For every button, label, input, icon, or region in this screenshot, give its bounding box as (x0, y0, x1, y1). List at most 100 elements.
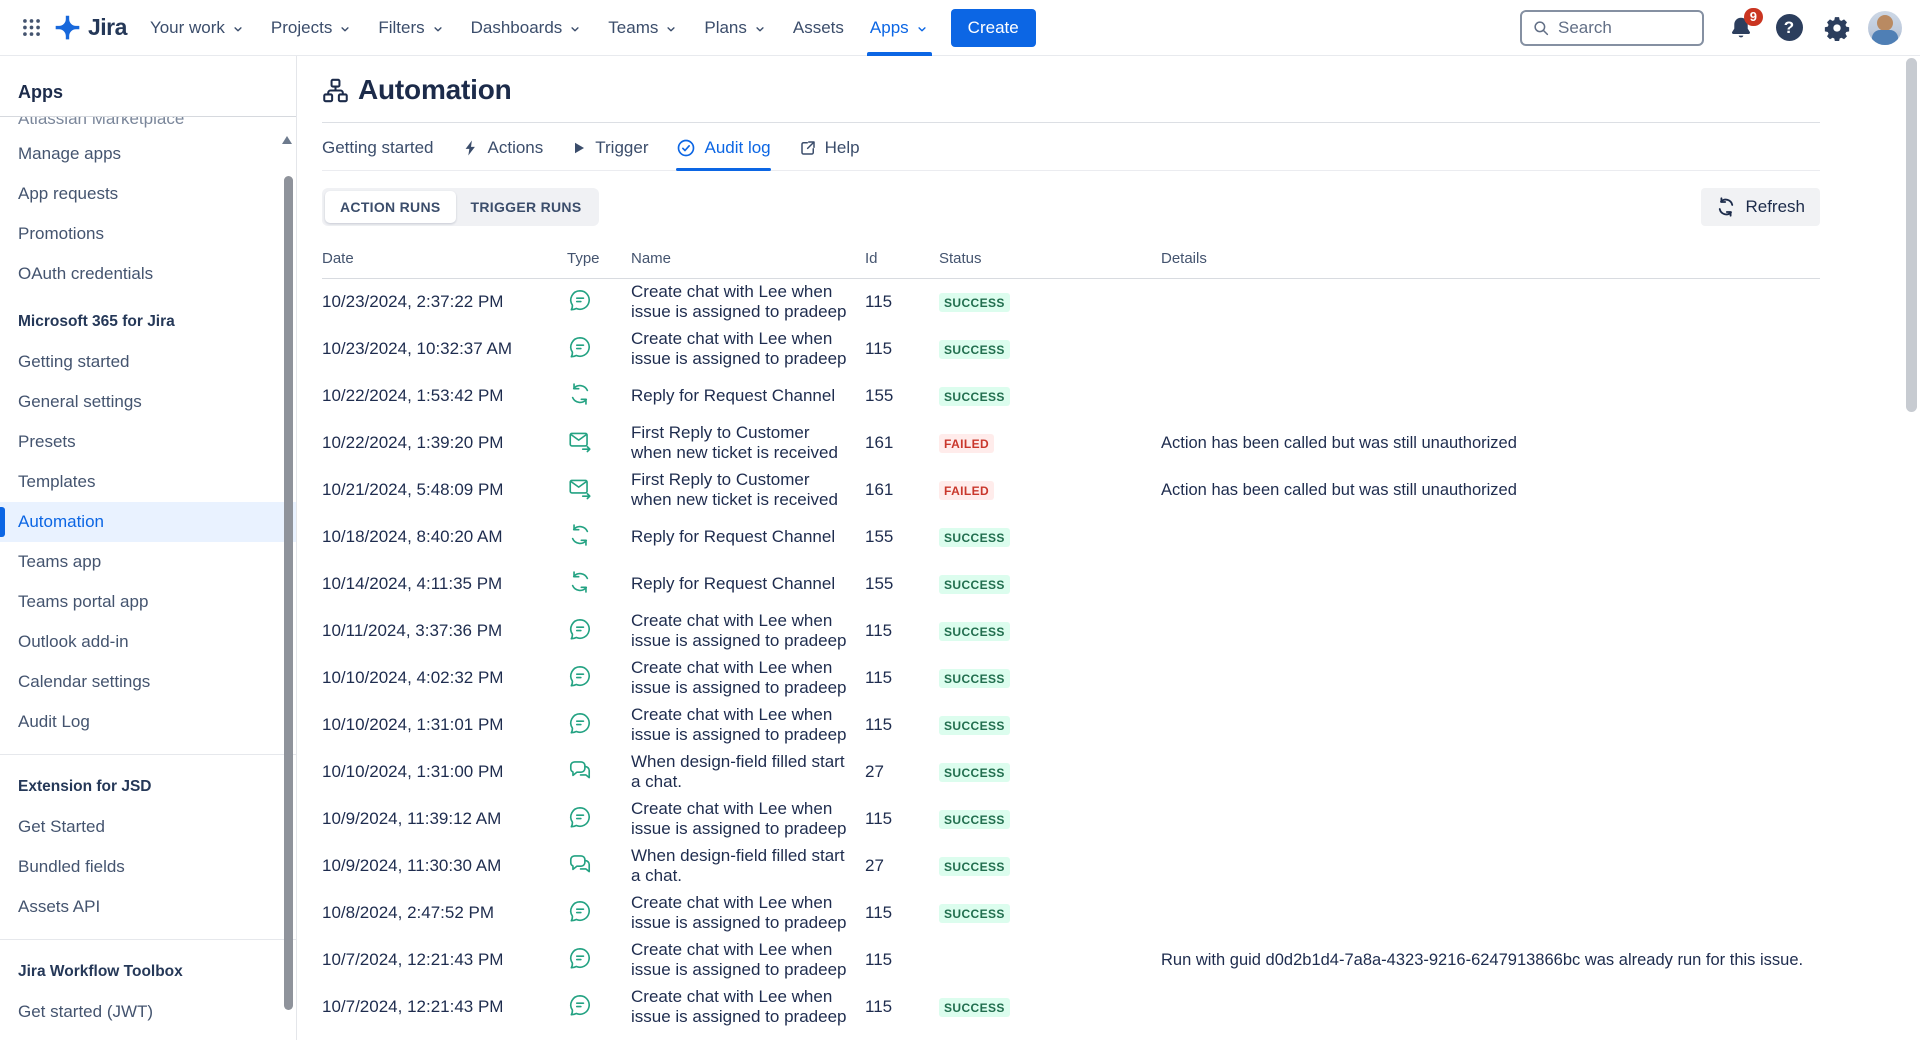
chat-message-icon (567, 804, 593, 830)
refresh-button[interactable]: Refresh (1701, 188, 1820, 226)
settings-button[interactable] (1816, 7, 1858, 49)
table-row: 10/10/2024, 4:02:32 PMCreate chat with L… (322, 655, 1820, 702)
sidebar-item-get-started[interactable]: Get Started (0, 807, 296, 847)
cell-details: Run with guid d0d2b1d4-7a8a-4323-9216-62… (1161, 937, 1820, 984)
toggle-trigger-runs[interactable]: TRIGGER RUNS (456, 191, 597, 223)
sidebar-item-promotions[interactable]: Promotions (0, 214, 296, 254)
sidebar-item-getting-started[interactable]: Getting started (0, 342, 296, 382)
cell-type (567, 796, 631, 843)
cell-date: 10/9/2024, 11:39:12 AM (322, 796, 567, 843)
page-title: Automation (358, 74, 512, 106)
toggle-action-runs[interactable]: ACTION RUNS (325, 191, 456, 223)
audit-table-body: 10/23/2024, 2:37:22 PMCreate chat with L… (322, 279, 1820, 1040)
help-button[interactable] (1768, 7, 1810, 49)
nav-right: 9 (1520, 7, 1906, 49)
jira-logo[interactable]: Jira (54, 14, 127, 41)
cell-name: Create chat with Lee when issue is assig… (631, 937, 865, 984)
sidebar-item-get-started-jwt[interactable]: Get started (JWT) (0, 992, 296, 1032)
sidebar-item-manage-apps[interactable]: Manage apps (0, 134, 296, 174)
table-row: 10/18/2024, 8:40:20 AMReply for Request … (322, 514, 1820, 561)
scroll-up-arrow-icon[interactable] (281, 134, 293, 146)
sidebar-item-outlook-add-in[interactable]: Outlook add-in (0, 622, 296, 662)
cell-name: Reply for Request Channel (631, 561, 865, 608)
cell-date: 10/10/2024, 4:02:32 PM (322, 655, 567, 702)
sidebar-item-bundled-fields[interactable]: Bundled fields (0, 847, 296, 887)
table-row: 10/1/2024, 10:16:40 AMBackup chat when i… (322, 1031, 1820, 1040)
sidebar-item-presets[interactable]: Presets (0, 422, 296, 462)
sidebar-divider (0, 754, 296, 755)
nav-item-filters[interactable]: Filters (365, 0, 457, 56)
help-icon (1776, 14, 1803, 41)
cell-type (567, 984, 631, 1031)
page-scrollbar[interactable] (1906, 58, 1917, 412)
nav-item-teams[interactable]: Teams (595, 0, 691, 56)
sidebar: Apps Atlassian Marketplace Manage appsAp… (0, 56, 297, 1040)
sidebar-list: Manage appsApp requests Promotions OAuth c… (0, 134, 296, 1040)
nav-item-your-work[interactable]: Your work (137, 0, 258, 56)
cell-details: Action has been called but was disabled. (1161, 1031, 1820, 1040)
sidebar-item-calendar-settings[interactable]: Calendar settings (0, 662, 296, 702)
sidebar-item-audit-log-jwt[interactable]: Audit log (JWT) (0, 1032, 296, 1040)
sidebar-item-label: Promotions (18, 224, 104, 244)
lightning-icon (462, 139, 480, 157)
search-input[interactable] (1558, 18, 1692, 38)
sidebar-item-oauth-credentials[interactable]: OAuth credentials (0, 254, 296, 294)
cell-date: 10/1/2024, 10:16:40 AM (322, 1031, 567, 1040)
nav-item-projects[interactable]: Projects (258, 0, 365, 56)
sidebar-item-teams-portal-app[interactable]: Teams portal app (0, 582, 296, 622)
nav-item-assets[interactable]: Assets (780, 0, 857, 56)
sidebar-item-teams-app[interactable]: Teams app (0, 542, 296, 582)
cell-type (567, 561, 631, 608)
nav-item-dashboards[interactable]: Dashboards (458, 0, 596, 56)
cell-status: SUCCESS (939, 890, 1161, 937)
table-row: 10/22/2024, 1:53:42 PMReply for Request … (322, 373, 1820, 420)
table-row: 10/23/2024, 10:32:37 AMCreate chat with … (322, 326, 1820, 373)
cell-id: 161 (865, 420, 939, 467)
table-row: 10/10/2024, 1:31:01 PMCreate chat with L… (322, 702, 1820, 749)
sidebar-item-templates[interactable]: Templates (0, 462, 296, 502)
profile-button[interactable] (1864, 7, 1906, 49)
sidebar-item-app-requests[interactable]: App requests (0, 174, 296, 214)
table-header-row: DateTypeNameIdStatusDetails (322, 246, 1820, 279)
sidebar-item-assets-api[interactable]: Assets API (0, 887, 296, 927)
tab-actions[interactable]: Actions (462, 138, 544, 170)
tab-help[interactable]: Help (799, 138, 860, 170)
sidebar-item-audit-log[interactable]: Audit Log (0, 702, 296, 742)
chat-message-icon (567, 710, 593, 736)
reply-loop-icon (567, 522, 593, 548)
cell-date: 10/22/2024, 1:39:20 PM (322, 420, 567, 467)
tab-audit-log[interactable]: Audit log (676, 138, 770, 170)
chevron-down-icon (664, 22, 678, 36)
cell-id: 115 (865, 702, 939, 749)
status-badge: SUCCESS (939, 857, 1010, 876)
cell-details (1161, 326, 1820, 373)
sidebar-item-general-settings[interactable]: General settings (0, 382, 296, 422)
cell-status: SUCCESS (939, 749, 1161, 796)
cell-id: 115 (865, 655, 939, 702)
cell-status: SUCCESS (939, 843, 1161, 890)
chevron-down-icon (431, 22, 445, 36)
status-badge: SUCCESS (939, 387, 1010, 406)
cell-status: SUCCESS (939, 796, 1161, 843)
notifications-button[interactable]: 9 (1720, 7, 1762, 49)
app-switcher-button[interactable] (10, 7, 52, 49)
sidebar-scrollbar[interactable] (284, 176, 293, 1010)
cell-id: 155 (865, 561, 939, 608)
sidebar-item-automation[interactable]: Automation (0, 502, 296, 542)
cell-date: 10/10/2024, 1:31:01 PM (322, 702, 567, 749)
nav-item-plans[interactable]: Plans (691, 0, 780, 56)
sidebar-item-atlassian-marketplace[interactable]: Atlassian Marketplace (0, 117, 296, 134)
audit-log-table: DateTypeNameIdStatusDetails 10/23/2024, … (322, 246, 1820, 1040)
nav-item-label: Projects (271, 18, 332, 38)
tab-getting-started[interactable]: Getting started (322, 138, 434, 170)
create-button[interactable]: Create (951, 9, 1036, 47)
nav-item-apps[interactable]: Apps (857, 0, 942, 56)
cell-id: 27 (865, 843, 939, 890)
tab-trigger[interactable]: Trigger (571, 138, 648, 170)
cell-date: 10/23/2024, 10:32:37 AM (322, 326, 567, 373)
cell-name: First Reply to Customer when new ticket … (631, 420, 865, 467)
cell-type (567, 467, 631, 514)
status-badge: SUCCESS (939, 669, 1010, 688)
cell-name: Reply for Request Channel (631, 373, 865, 420)
check-circle-icon (676, 138, 696, 158)
